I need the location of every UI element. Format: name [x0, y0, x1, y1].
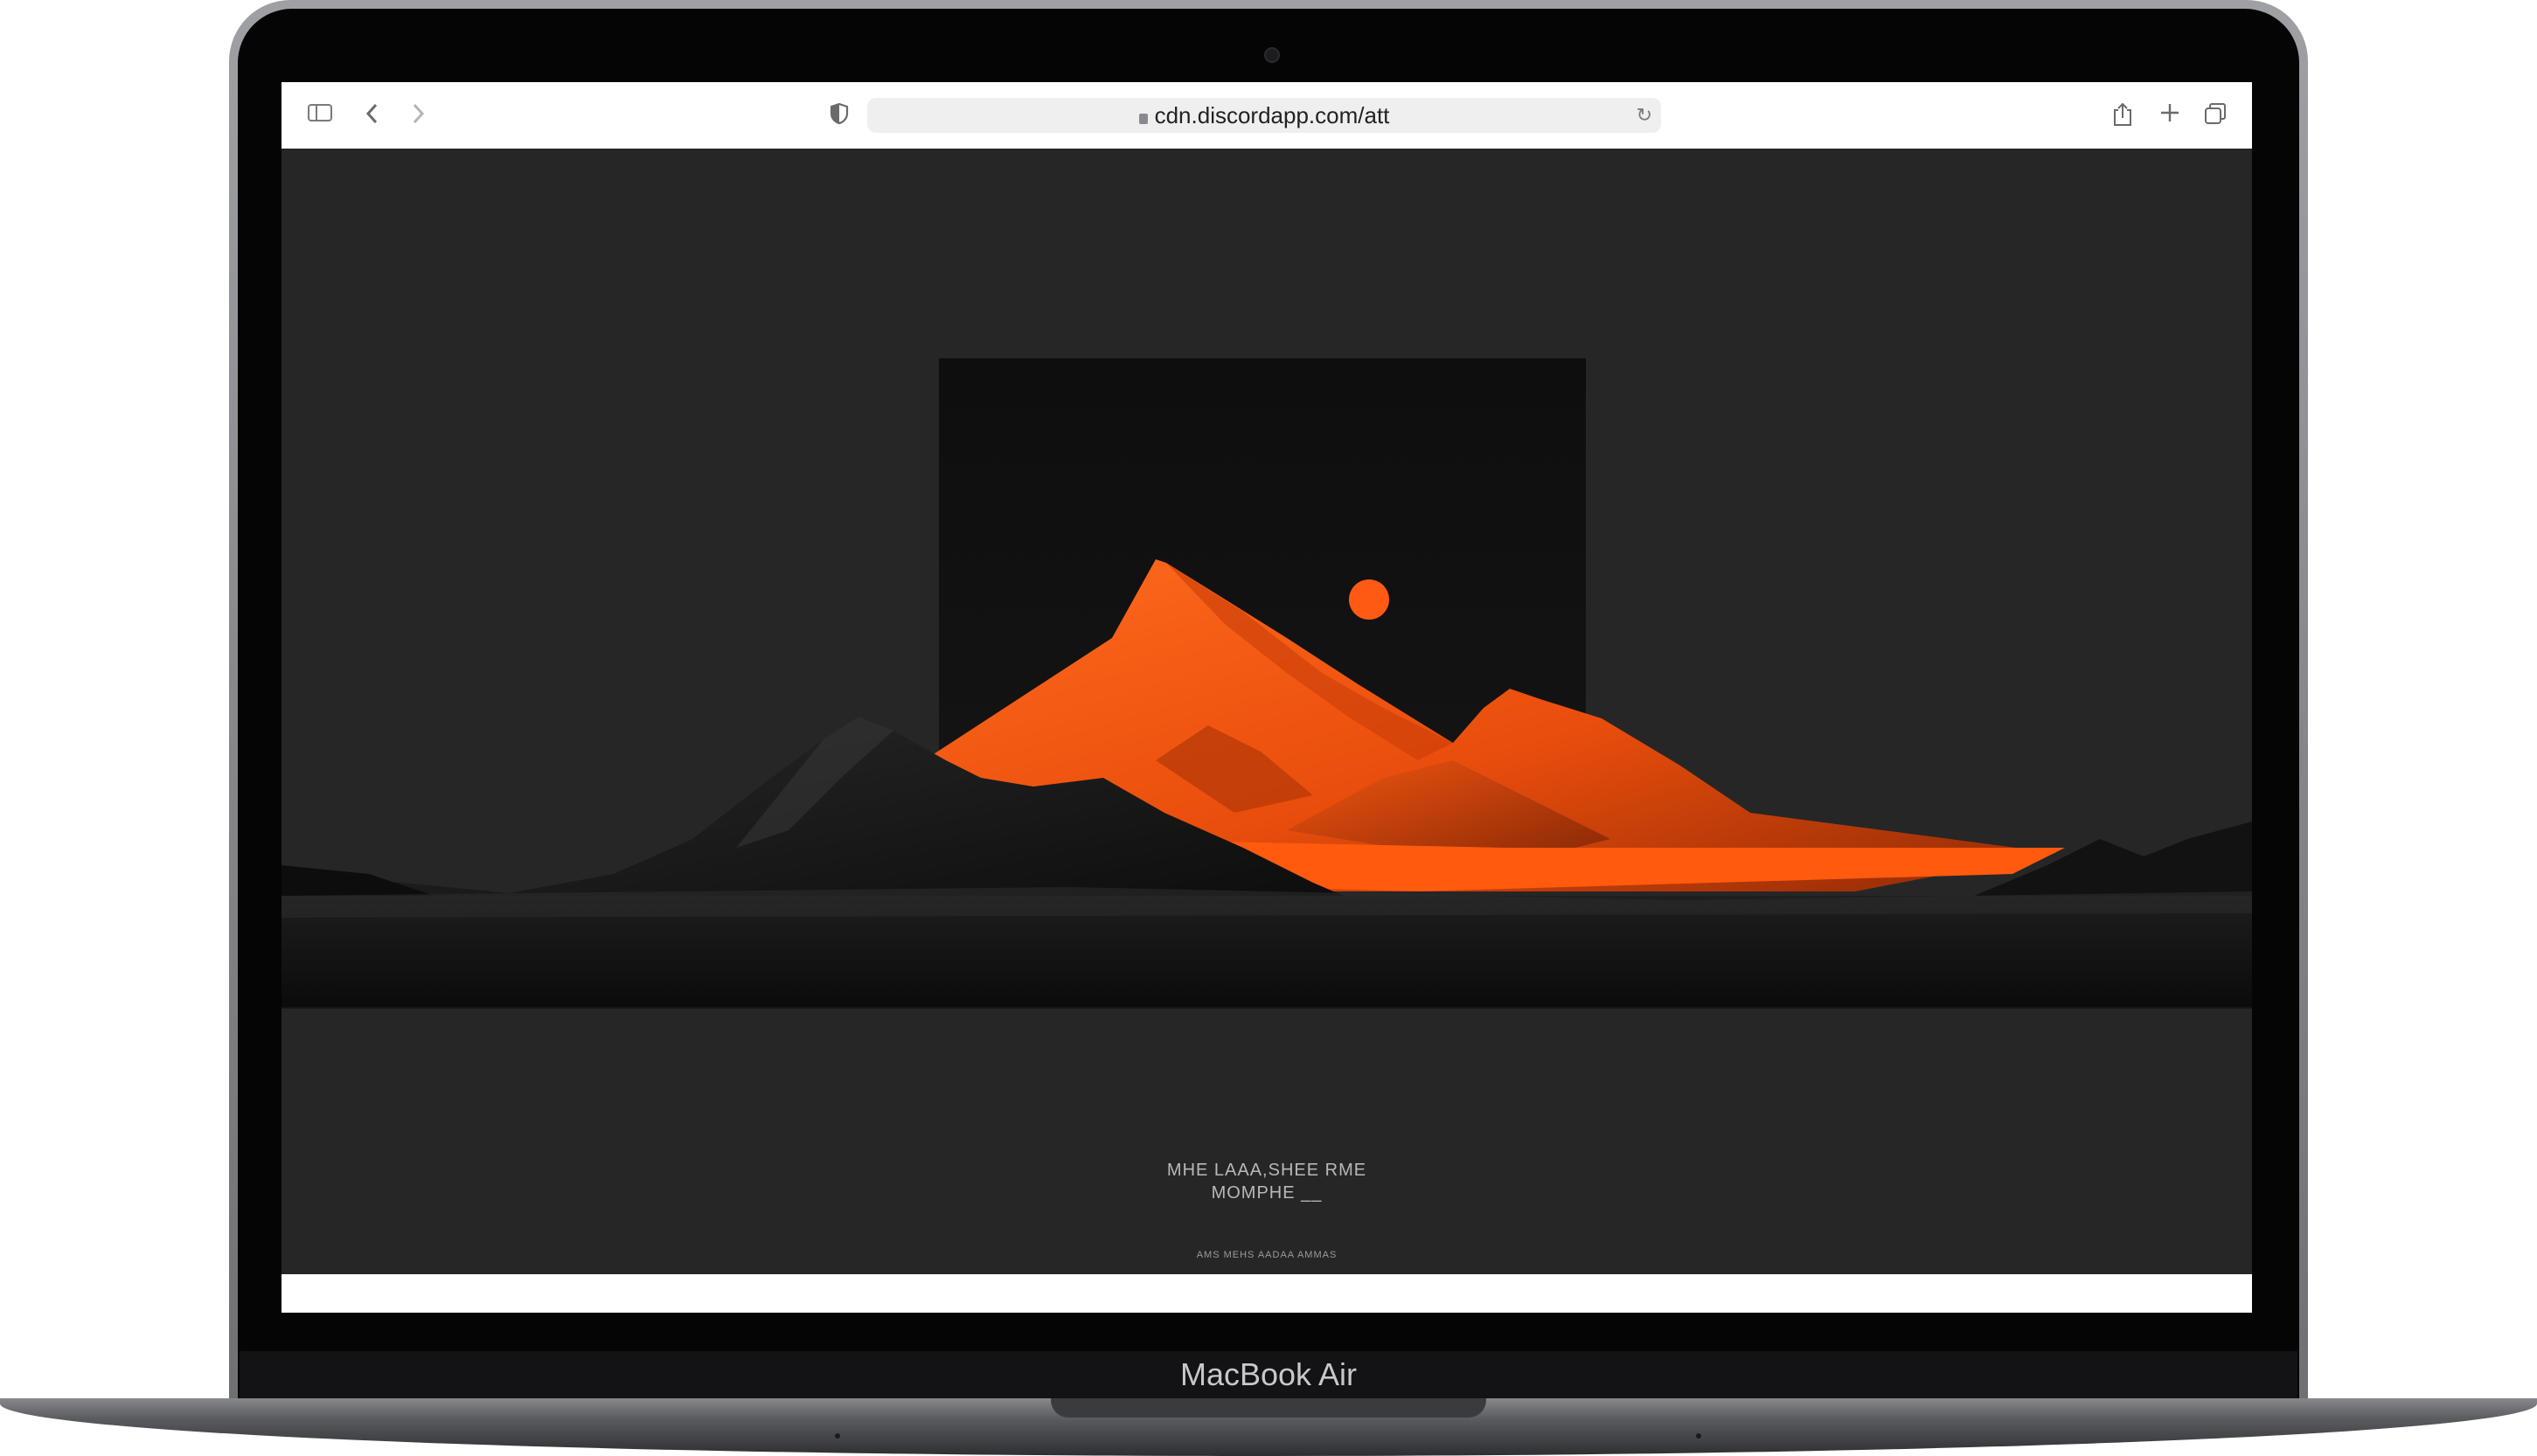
url-text: cdn.discordapp.com/att	[1154, 102, 1390, 128]
shield-icon[interactable]	[825, 101, 853, 129]
tabs-overview-icon[interactable]	[2201, 101, 2229, 129]
share-icon[interactable]	[2109, 101, 2137, 129]
base-foot	[835, 1433, 840, 1439]
chevron-right-icon[interactable]	[404, 101, 432, 129]
reload-icon[interactable]: ↻	[1637, 98, 1652, 133]
caption-line-2: MOMPHE __	[1211, 1183, 1323, 1203]
caption-line-1: MHE LAAA,SHEE RME	[1166, 1161, 1367, 1180]
device-label: MacBook Air	[1179, 1356, 1358, 1392]
mountain-artwork	[282, 358, 2252, 1009]
browser-toolbar: cdn.discordapp.com/att ↻	[282, 82, 2252, 149]
lock-icon	[1138, 114, 1148, 124]
address-bar[interactable]: cdn.discordapp.com/att ↻	[867, 98, 1661, 133]
base-foot	[1696, 1433, 1701, 1439]
camera-icon	[1264, 47, 1280, 63]
bottom-strip	[282, 1274, 2252, 1313]
chevron-left-icon[interactable]	[358, 101, 386, 129]
plus-icon[interactable]	[2156, 101, 2184, 129]
url-display[interactable]: cdn.discordapp.com/att	[867, 98, 1661, 133]
artwork-caption: MHE LAAA,SHEE RME MOMPHE __	[282, 1159, 2252, 1204]
sidebar-icon[interactable]	[306, 101, 334, 129]
web-page: MHE LAAA,SHEE RME MOMPHE __ AMS MEHS AAD…	[282, 149, 2252, 1274]
browser-window: cdn.discordapp.com/att ↻ MHE LAAA,SHEE R…	[282, 82, 2252, 1313]
caption-small: AMS MEHS AADAA AMMAS	[1196, 1250, 1338, 1260]
lid-notch	[1051, 1398, 1486, 1418]
